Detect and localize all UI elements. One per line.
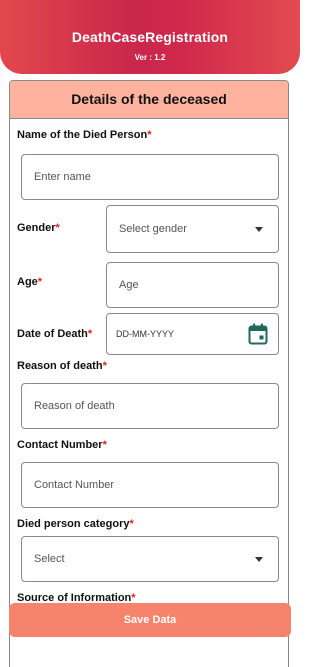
reason-input[interactable]: Reason of death [21,383,279,429]
required-mark: * [87,328,93,340]
date-of-death-input[interactable]: DD-MM-YYYY [106,313,279,355]
form-card: Details of the deceased Name of the Died… [9,80,289,667]
date-of-death-placeholder: DD-MM-YYYY [116,329,174,339]
save-data-button[interactable]: Save Data [9,603,291,637]
app-header: DeathCaseRegistration Ver : 1.2 [0,0,300,74]
card-header: Details of the deceased [10,81,288,119]
chevron-down-icon [255,556,263,562]
reason-input-placeholder: Reason of death [34,400,115,412]
contact-input[interactable]: Contact Number [21,462,279,508]
chevron-down-icon [255,226,263,232]
age-input[interactable]: Age [106,262,279,308]
required-mark: * [37,276,43,288]
category-select[interactable]: Select [21,536,279,582]
required-mark: * [102,439,107,451]
screen: DeathCaseRegistration Ver : 1.2 Details … [0,0,300,667]
age-input-placeholder: Age [119,279,139,291]
calendar-icon[interactable] [248,323,268,345]
card-title: Details of the deceased [71,91,227,107]
category-label: Died person category* [17,518,134,530]
age-label: Age* [17,276,43,288]
date-of-death-label: Date of Death* [17,328,93,340]
category-select-value: Select [34,553,65,565]
app-version: Ver : 1.2 [134,53,166,62]
name-label: Name of the Died Person* [17,129,152,141]
name-input-placeholder: Enter name [34,171,91,183]
required-mark: * [129,518,134,530]
gender-select-value: Select gender [119,223,187,235]
app-title: DeathCaseRegistration [71,29,229,45]
name-input[interactable]: Enter name [21,154,279,200]
reason-label: Reason of death* [17,360,107,372]
required-mark: * [147,129,152,141]
gender-select[interactable]: Select gender [106,205,279,253]
gender-label: Gender* [17,222,60,234]
required-mark: * [55,222,60,234]
required-mark: * [102,360,107,372]
contact-input-placeholder: Contact Number [34,479,115,491]
contact-label: Contact Number* [17,439,107,451]
